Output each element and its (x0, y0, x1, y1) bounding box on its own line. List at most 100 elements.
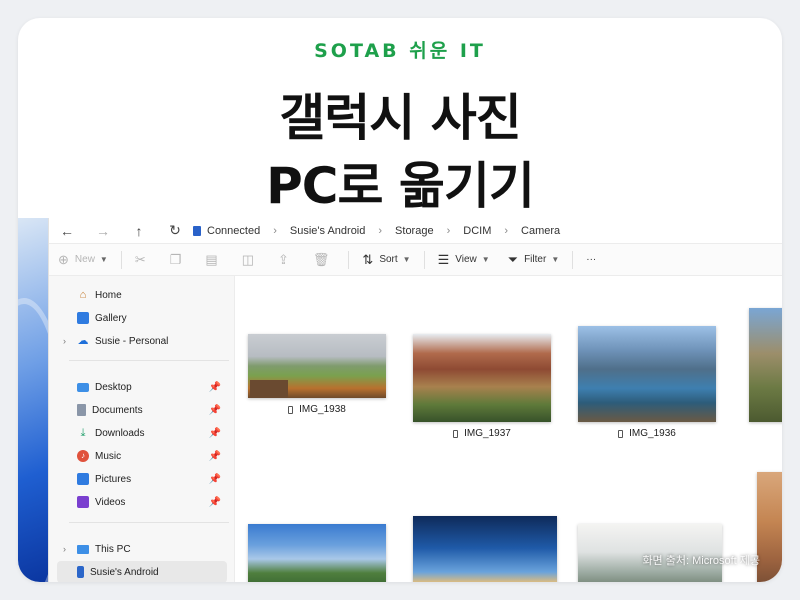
more-icon: ··· (586, 254, 597, 265)
view-label: View (455, 254, 477, 265)
sidebar-divider (69, 522, 229, 523)
sidebar-item-desktop[interactable]: Desktop 📌 (57, 376, 227, 398)
title-line-2: PC로 옮기기 (266, 157, 535, 215)
file-name: IMG_1938 (299, 404, 346, 415)
delete-button[interactable]: 🗑 (304, 252, 345, 268)
chevron-right-icon[interactable]: › (504, 225, 508, 237)
refresh-icon[interactable]: ↻ (157, 222, 193, 239)
breadcrumb-device[interactable]: Susie's Android (290, 225, 365, 237)
documents-icon (77, 404, 86, 416)
sidebar-item-videos[interactable]: Videos 📌 (57, 491, 227, 513)
sidebar-item-music[interactable]: ♪ Music 📌 (57, 445, 227, 467)
sort-button[interactable]: ⇅ Sort ▼ (353, 252, 419, 268)
forward-icon[interactable]: → (85, 223, 121, 239)
address-bar: ← → ↑ ↻ Connected › Susie's Android › St… (49, 218, 782, 244)
breadcrumb-dcim[interactable]: DCIM (463, 225, 491, 237)
filter-label: Filter (524, 254, 547, 265)
pin-icon[interactable]: 📌 (209, 497, 221, 508)
article-card: SOTAB 쉬운 IT 갤럭시 사진 PC로 옮기기 ← → ↑ ↻ Conne… (18, 18, 782, 582)
sidebar-item-label: Videos (95, 496, 126, 508)
sidebar-item-android-device[interactable]: Susie's Android (57, 561, 227, 582)
share-button[interactable]: ⇪ (269, 252, 304, 268)
breadcrumb-connected[interactable]: Connected (207, 225, 260, 237)
sidebar-item-label: Downloads (95, 427, 145, 439)
trash-icon: 🗑 (312, 251, 330, 267)
phone-icon (618, 429, 624, 438)
pin-icon[interactable]: 📌 (209, 451, 221, 462)
sidebar-item-label: Desktop (95, 381, 132, 393)
explorer-window-screenshot: ← → ↑ ↻ Connected › Susie's Android › St… (18, 218, 782, 582)
file-caption[interactable]: IMG_1938 (248, 404, 386, 415)
new-button[interactable]: ⊕ New ▼ (49, 252, 117, 268)
phone-icon (453, 429, 459, 438)
cut-button[interactable]: ✂ (126, 252, 161, 268)
photo-thumbnail[interactable] (578, 326, 716, 422)
paste-button[interactable]: ▤ (196, 252, 232, 268)
scissors-icon: ✂ (134, 251, 146, 267)
chevron-down-icon: ▼ (99, 255, 108, 264)
brand-label: SOTAB 쉬운 IT (314, 40, 486, 62)
sidebar-item-label: Susie's Android (90, 566, 159, 578)
copy-button[interactable]: ❐ (161, 252, 197, 268)
sidebar-item-this-pc[interactable]: › This PC (57, 538, 227, 560)
pin-icon[interactable]: 📌 (209, 474, 221, 485)
home-icon: ⌂ (79, 289, 87, 301)
photo-thumbnail[interactable] (248, 334, 386, 398)
chevron-right-icon[interactable]: › (378, 225, 382, 237)
photo-thumbnail[interactable] (757, 472, 782, 582)
file-caption[interactable]: IMG_1937 (413, 428, 551, 439)
chevron-right-icon[interactable]: › (273, 225, 277, 237)
photo-thumbnail[interactable] (749, 308, 782, 422)
phone-icon (288, 405, 294, 414)
rename-button[interactable]: ◫ (233, 252, 269, 268)
toolbar-divider (423, 250, 425, 269)
photo-thumbnail[interactable] (413, 334, 551, 422)
desktop-wallpaper (18, 218, 70, 582)
sidebar-item-label: Pictures (95, 473, 132, 485)
sidebar-item-pictures[interactable]: Pictures 📌 (57, 468, 227, 490)
file-explorer: ← → ↑ ↻ Connected › Susie's Android › St… (48, 218, 782, 582)
breadcrumb-camera[interactable]: Camera (521, 225, 560, 237)
view-button[interactable]: ☰ View ▼ (429, 252, 499, 268)
more-options-button[interactable]: ··· (577, 254, 605, 265)
breadcrumb: Connected › Susie's Android › Storage › … (193, 225, 560, 237)
music-icon: ♪ (77, 450, 89, 462)
pictures-icon (77, 473, 89, 485)
file-grid: IMG_1938 IMG_1937 IMG_1936 (235, 276, 782, 582)
cabin-shape (250, 380, 288, 398)
chevron-right-icon[interactable]: › (63, 544, 66, 554)
navigation-pane: ⌂ Home Gallery › ☁ Susie - Personal Desk… (49, 276, 235, 582)
photo-thumbnail[interactable] (413, 516, 557, 582)
new-label: New (74, 254, 95, 265)
sidebar-item-documents[interactable]: Documents 📌 (57, 399, 227, 421)
filter-button[interactable]: ⏷ Filter ▼ (499, 252, 569, 268)
pc-icon (77, 544, 89, 554)
back-icon[interactable]: ← (49, 223, 85, 239)
sidebar-item-gallery[interactable]: Gallery (57, 307, 227, 329)
chevron-down-icon: ▼ (481, 255, 490, 264)
share-icon: ⇪ (278, 251, 289, 267)
up-icon[interactable]: ↑ (121, 223, 157, 239)
image-credit: 화면 출처: Microsoft 제공 (642, 555, 760, 567)
chevron-right-icon[interactable]: › (63, 336, 66, 346)
command-bar: ⊕ New ▼ ✂ ❐ ▤ ◫ ⇪ 🗑 ⇅ Sort ▼ ☰ View ▼ ⏷ … (49, 244, 782, 276)
photo-thumbnail[interactable] (248, 524, 386, 582)
pin-icon[interactable]: 📌 (209, 428, 221, 439)
sidebar-item-downloads[interactable]: ⤓ Downloads 📌 (57, 422, 227, 444)
pin-icon[interactable]: 📌 (209, 405, 221, 416)
sidebar-item-onedrive[interactable]: › ☁ Susie - Personal (57, 330, 227, 352)
copy-icon: ❐ (169, 251, 182, 267)
pin-icon[interactable]: 📌 (209, 382, 221, 393)
rename-icon: ◫ (241, 251, 254, 267)
chevron-right-icon[interactable]: › (447, 225, 451, 237)
sort-label: Sort (379, 254, 398, 265)
file-caption[interactable]: IMG_1936 (578, 428, 716, 439)
sidebar-item-home[interactable]: ⌂ Home (57, 284, 227, 306)
clipboard-icon: ▤ (205, 251, 218, 267)
sidebar-divider (69, 360, 229, 361)
breadcrumb-storage[interactable]: Storage (395, 225, 434, 237)
toolbar-divider (348, 250, 350, 269)
view-list-icon: ☰ (437, 251, 450, 267)
chevron-down-icon: ▼ (402, 255, 411, 264)
thumbnail-header: SOTAB 쉬운 IT 갤럭시 사진 PC로 옮기기 (18, 18, 782, 223)
